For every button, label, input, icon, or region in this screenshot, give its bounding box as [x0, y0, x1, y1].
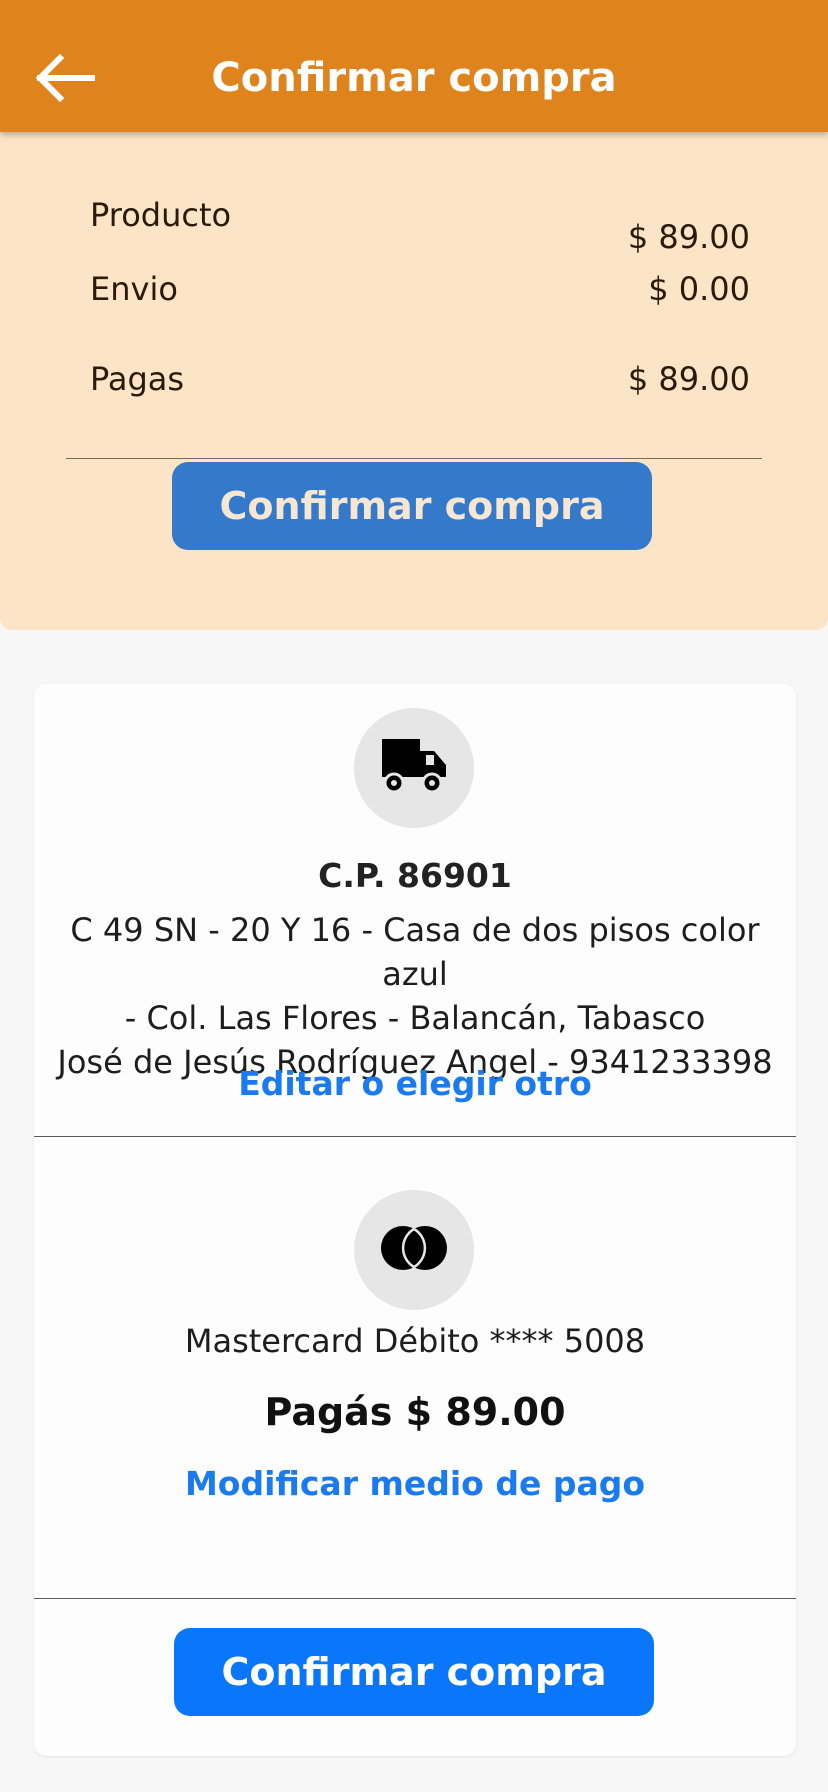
payment-icon-circle — [354, 1190, 474, 1310]
payment-amount: Pagás $ 89.00 — [264, 1390, 566, 1434]
truck-icon — [380, 737, 448, 799]
app-bar: Confirmar compra — [0, 0, 828, 132]
shipping-icon-circle — [354, 708, 474, 828]
product-label: Producto — [90, 196, 232, 234]
shipping-address: C 49 SN - 20 Y 16 - Casa de dos pisos co… — [44, 908, 786, 1084]
postal-code: C.P. 86901 — [318, 856, 512, 895]
page-title: Confirmar compra — [211, 55, 617, 101]
order-summary: Producto $ 89.00 Envio $ 0.00 Pagas $ 89… — [0, 132, 828, 630]
summary-divider — [66, 458, 762, 459]
total-value: $ 89.00 — [627, 360, 750, 398]
total-label: Pagas — [90, 360, 185, 398]
mastercard-icon — [379, 1224, 449, 1276]
address-line-2: - Col. Las Flores - Balancán, Tabasco — [124, 999, 706, 1037]
section-divider — [34, 1136, 796, 1137]
footer-divider — [34, 1598, 796, 1599]
edit-address-link[interactable]: Editar o elegir otro — [34, 1064, 796, 1103]
summary-row-product: Producto $ 89.00 — [90, 196, 750, 276]
modify-payment-link[interactable]: Modificar medio de pago — [34, 1464, 796, 1503]
product-value: $ 89.00 — [627, 218, 750, 256]
summary-row-total: Pagas $ 89.00 — [90, 360, 750, 404]
confirm-purchase-button-top[interactable]: Confirmar compra — [172, 462, 652, 550]
details-card: C.P. 86901 C 49 SN - 20 Y 16 - Casa de d… — [34, 684, 796, 1756]
summary-row-shipping: Envio $ 0.00 — [90, 270, 750, 314]
payment-method: Mastercard Débito **** 5008 — [184, 1322, 646, 1360]
confirm-purchase-button-bottom[interactable]: Confirmar compra — [174, 1628, 654, 1716]
shipping-label: Envio — [90, 270, 178, 308]
shipping-value: $ 0.00 — [648, 270, 750, 308]
address-line-1: C 49 SN - 20 Y 16 - Casa de dos pisos co… — [70, 911, 760, 993]
